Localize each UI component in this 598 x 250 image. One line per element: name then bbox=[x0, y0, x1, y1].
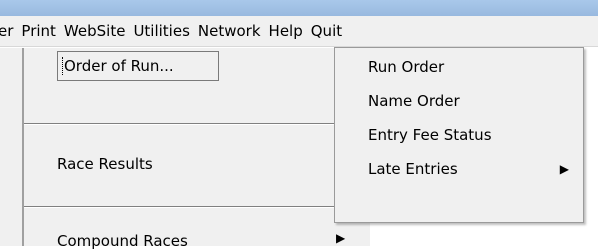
menu-item-late-entries[interactable]: Late Entries ▶ bbox=[335, 153, 583, 187]
menu-item-label: Name Order bbox=[368, 92, 460, 110]
race-results-button[interactable]: Race Results bbox=[57, 155, 153, 173]
menu-item-label: Late Entries bbox=[368, 160, 458, 178]
network-dropdown-menu: Run Order Name Order Entry Fee Status La… bbox=[334, 47, 584, 223]
menu-item-label: Run Order bbox=[368, 58, 445, 76]
menu-item-run-order[interactable]: Run Order bbox=[335, 51, 583, 85]
menu-item-name-order[interactable]: Name Order bbox=[335, 85, 583, 119]
menu-item-entry-fee-status[interactable]: Entry Fee Status bbox=[335, 119, 583, 153]
menu-bar: er Print WebSite Utilities Network Help … bbox=[0, 16, 598, 47]
left-gutter bbox=[0, 48, 22, 246]
triangle-right-icon: ▶ bbox=[559, 162, 569, 176]
menu-utilities[interactable]: Utilities bbox=[129, 19, 193, 43]
separator bbox=[24, 123, 370, 125]
right-edge bbox=[586, 48, 598, 246]
title-bar bbox=[0, 0, 598, 16]
menu-network[interactable]: Network bbox=[193, 19, 265, 43]
menu-print[interactable]: Print bbox=[17, 19, 60, 43]
menu-help[interactable]: Help bbox=[265, 19, 307, 43]
order-of-run-label: Order of Run... bbox=[62, 57, 174, 75]
menu-website[interactable]: WebSite bbox=[60, 19, 130, 43]
menu-partial[interactable]: er bbox=[0, 19, 17, 43]
menu-quit[interactable]: Quit bbox=[307, 19, 346, 43]
menu-item-label: Entry Fee Status bbox=[368, 126, 492, 144]
triangle-right-icon: ▶ bbox=[336, 231, 346, 245]
separator bbox=[24, 206, 370, 208]
compound-races-button[interactable]: Compound Races bbox=[57, 232, 188, 250]
order-of-run-button[interactable]: Order of Run... bbox=[57, 51, 219, 81]
